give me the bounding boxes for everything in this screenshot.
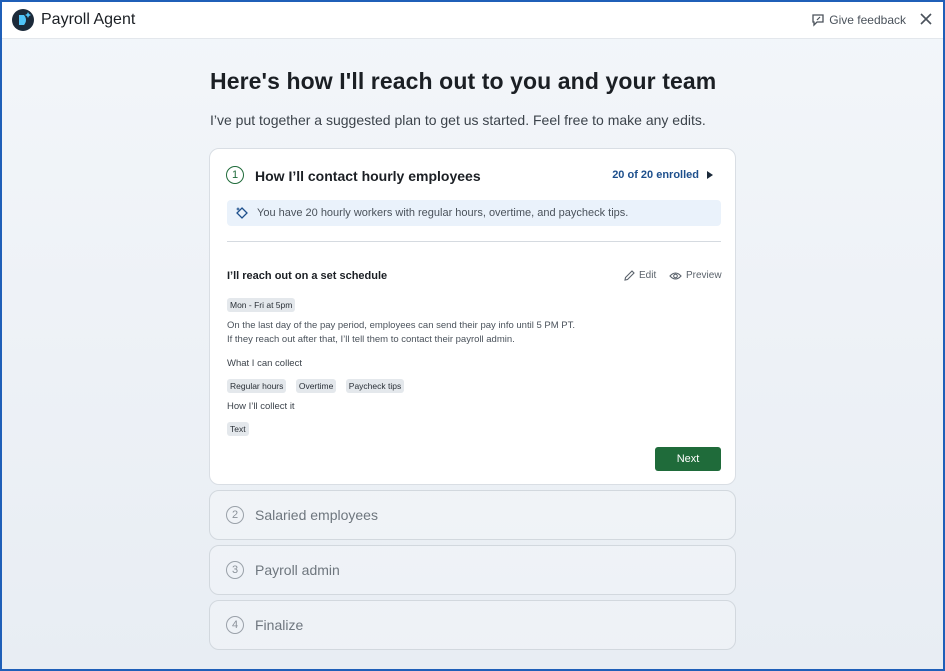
schedule-chip: Mon - Fri at 5pm <box>227 298 296 312</box>
step-card-salaried-employees[interactable]: 2 Salaried employees <box>209 490 736 540</box>
app-title: Payroll Agent <box>41 11 136 28</box>
next-button[interactable]: Next <box>655 447 721 471</box>
step-card-finalize[interactable]: 4 Finalize <box>209 600 736 650</box>
enrolled-link[interactable]: 20 of 20 enrolled <box>612 169 713 181</box>
divider <box>227 241 721 242</box>
sparkle-icon <box>236 207 248 219</box>
page-subtitle: I’ve put together a suggested plan to ge… <box>210 112 706 128</box>
step-number-badge: 3 <box>226 561 244 579</box>
feedback-icon <box>812 14 824 27</box>
give-feedback-label: Give feedback <box>829 13 906 27</box>
step-title: Finalize <box>255 617 304 633</box>
method-chip: Text <box>227 422 249 436</box>
step-title: Payroll admin <box>255 562 340 578</box>
step-number-badge: 4 <box>226 616 244 634</box>
step-card-payroll-admin[interactable]: 3 Payroll admin <box>209 545 736 595</box>
close-icon[interactable] <box>918 11 934 27</box>
step-number-badge: 2 <box>226 506 244 524</box>
method-chip-row: Text <box>227 419 254 437</box>
step-title: How I’ll contact hourly employees <box>255 168 481 184</box>
description-line: If they reach out after that, I’ll tell … <box>227 334 515 345</box>
schedule-description: On the last day of the pay period, emplo… <box>227 319 575 347</box>
collect-chip-row: Regular hours Overtime Paycheck tips <box>227 376 409 394</box>
method-label: How I’ll collect it <box>227 401 295 412</box>
top-bar: Payroll Agent Give feedback <box>2 2 943 39</box>
schedule-chip-row: Mon - Fri at 5pm <box>227 295 300 313</box>
app-window: Payroll Agent Give feedback Here's how I… <box>2 2 943 669</box>
caret-right-icon <box>707 171 713 179</box>
collect-chip: Regular hours <box>227 379 287 393</box>
step-title: Salaried employees <box>255 507 378 523</box>
collect-label: What I can collect <box>227 358 302 369</box>
page-title: Here's how I'll reach out to you and you… <box>210 68 717 94</box>
info-text: You have 20 hourly workers with regular … <box>257 207 629 219</box>
description-line: On the last day of the pay period, emplo… <box>227 320 576 331</box>
preview-label: Preview <box>686 270 722 281</box>
pencil-icon <box>624 270 635 281</box>
eye-icon <box>669 271 682 280</box>
step-card-hourly-employees: 1 How I’ll contact hourly employees 20 o… <box>209 148 736 485</box>
edit-label: Edit <box>639 270 657 281</box>
schedule-title: I’ll reach out on a set schedule <box>227 270 388 282</box>
collect-chip: Overtime <box>295 379 337 393</box>
give-feedback-button[interactable]: Give feedback <box>811 13 906 27</box>
preview-button[interactable]: Preview <box>669 270 722 281</box>
payroll-agent-logo-icon <box>12 9 34 31</box>
info-banner: You have 20 hourly workers with regular … <box>227 200 721 226</box>
step-number-badge: 1 <box>226 166 244 184</box>
collect-chip: Paycheck tips <box>345 379 405 393</box>
edit-button[interactable]: Edit <box>624 270 656 281</box>
enrolled-count: 20 of 20 enrolled <box>612 169 699 181</box>
